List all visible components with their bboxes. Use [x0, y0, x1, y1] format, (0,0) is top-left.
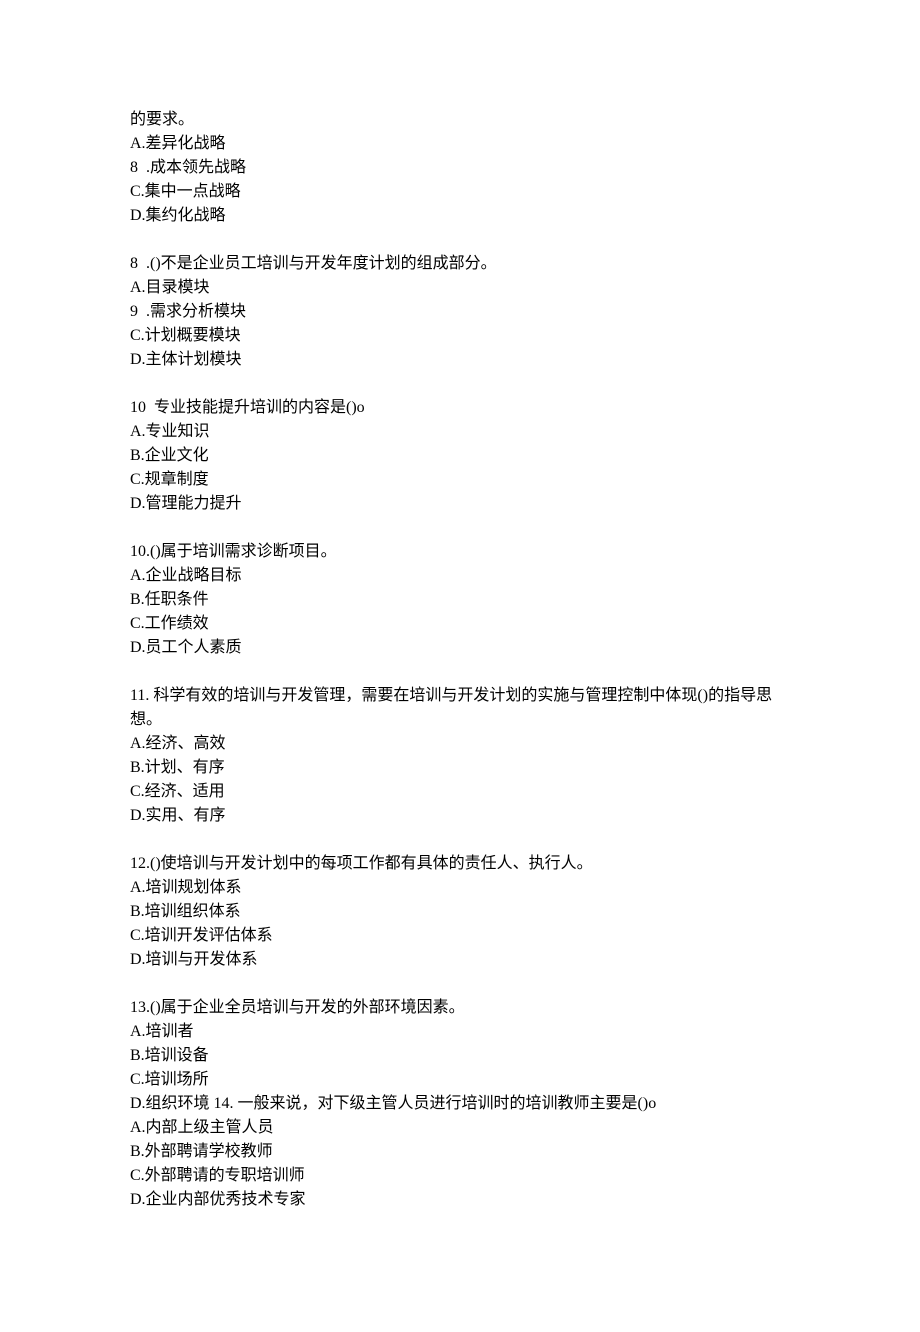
text-line: C.培训开发评估体系 — [130, 924, 790, 948]
text-line: D.主体计划模块 — [130, 348, 790, 372]
text-line: A.培训者 — [130, 1020, 790, 1044]
text-line: A.专业知识 — [130, 420, 790, 444]
text-line: C.集中一点战略 — [130, 180, 790, 204]
text-line: 8 .()不是企业员工培训与开发年度计划的组成部分。 — [130, 252, 790, 276]
text-line: D.培训与开发体系 — [130, 948, 790, 972]
text-line: A.企业战略目标 — [130, 564, 790, 588]
text-line: 11. 科学有效的培训与开发管理，需要在培训与开发计划的实施与管理控制中体现()… — [130, 684, 790, 732]
question-block: 11. 科学有效的培训与开发管理，需要在培训与开发计划的实施与管理控制中体现()… — [130, 684, 920, 828]
text-line: 10 专业技能提升培训的内容是()o — [130, 396, 790, 420]
text-line: B.培训组织体系 — [130, 900, 790, 924]
text-line: A.内部上级主管人员 — [130, 1116, 790, 1140]
text-line: 12.()使培训与开发计划中的每项工作都有具体的责任人、执行人。 — [130, 852, 790, 876]
question-block: 10.()属于培训需求诊断项目。A.企业战略目标B.任职条件C.工作绩效D.员工… — [130, 540, 920, 660]
text-line: A.培训规划体系 — [130, 876, 790, 900]
text-line: D.集约化战略 — [130, 204, 790, 228]
text-line: B.培训设备 — [130, 1044, 790, 1068]
question-block: 10 专业技能提升培训的内容是()oA.专业知识B.企业文化C.规章制度D.管理… — [130, 396, 920, 516]
text-line: C.外部聘请的专职培训师 — [130, 1164, 790, 1188]
text-line: C.经济、适用 — [130, 780, 790, 804]
question-block: 的要求。A.差异化战略8 .成本领先战略C.集中一点战略D.集约化战略 — [130, 108, 920, 228]
text-line: D.管理能力提升 — [130, 492, 790, 516]
text-line: D.企业内部优秀技术专家 — [130, 1188, 790, 1212]
text-line: C.规章制度 — [130, 468, 790, 492]
text-line: C.工作绩效 — [130, 612, 790, 636]
text-line: C.计划概要模块 — [130, 324, 790, 348]
text-line: D.实用、有序 — [130, 804, 790, 828]
text-line: C.培训场所 — [130, 1068, 790, 1092]
text-line: B.企业文化 — [130, 444, 790, 468]
text-line: A.差异化战略 — [130, 132, 790, 156]
question-block: 13.()属于企业全员培训与开发的外部环境因素。A.培训者B.培训设备C.培训场… — [130, 996, 920, 1212]
text-line: 13.()属于企业全员培训与开发的外部环境因素。 — [130, 996, 790, 1020]
text-line: 10.()属于培训需求诊断项目。 — [130, 540, 790, 564]
text-line: A.目录模块 — [130, 276, 790, 300]
text-line: A.经济、高效 — [130, 732, 790, 756]
document-body: 的要求。A.差异化战略8 .成本领先战略C.集中一点战略D.集约化战略 8 .()… — [130, 108, 920, 1212]
text-line: D.员工个人素质 — [130, 636, 790, 660]
text-line: D.组织环境 14. 一般来说，对下级主管人员进行培训时的培训教师主要是()o — [130, 1092, 790, 1116]
text-line: 的要求。 — [130, 108, 790, 132]
text-line: 8 .成本领先战略 — [130, 156, 790, 180]
text-line: B.计划、有序 — [130, 756, 790, 780]
question-block: 8 .()不是企业员工培训与开发年度计划的组成部分。A.目录模块9 .需求分析模… — [130, 252, 920, 372]
text-line: B.外部聘请学校教师 — [130, 1140, 790, 1164]
question-block: 12.()使培训与开发计划中的每项工作都有具体的责任人、执行人。A.培训规划体系… — [130, 852, 920, 972]
text-line: 9 .需求分析模块 — [130, 300, 790, 324]
text-line: B.任职条件 — [130, 588, 790, 612]
